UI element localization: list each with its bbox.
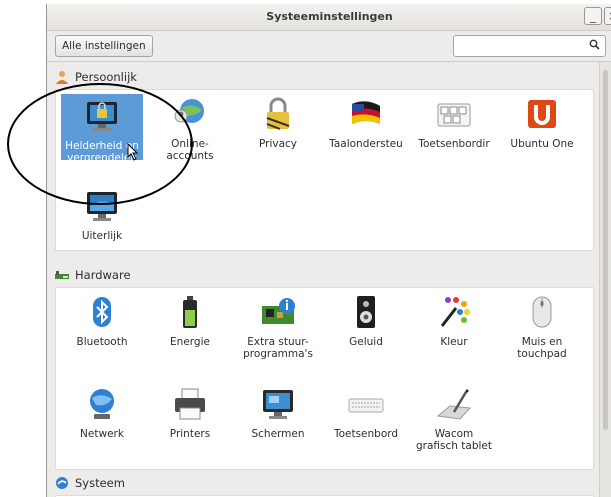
globe-accounts-icon [172, 96, 208, 132]
item-keyboard-layout[interactable]: Toetsenbordir [413, 94, 495, 150]
item-label: Ubuntu One [510, 138, 574, 150]
item-label: Bluetooth [76, 336, 128, 348]
monitor-icon [84, 188, 120, 224]
section-personal-label: Persoonlijk [75, 70, 137, 84]
circuit-board-icon [260, 294, 296, 330]
item-bluetooth[interactable]: Bluetooth [61, 292, 143, 348]
item-label: Kleur [440, 336, 468, 348]
item-sound[interactable]: Geluid [325, 292, 407, 348]
item-label: Taalondersteu [329, 138, 403, 150]
item-wacom-tablet[interactable]: Wacom grafisch tablet [413, 384, 495, 452]
section-hardware: Hardware Bluetooth Energie Extra stuur-p… [55, 266, 594, 470]
item-label: Printers [169, 428, 211, 440]
item-online-accounts[interactable]: Online-accounts [149, 94, 231, 162]
item-label: Privacy [258, 138, 298, 150]
section-hardware-label: Hardware [75, 268, 131, 282]
keyboard-icon [348, 386, 384, 422]
scrollbar-thumb[interactable] [603, 70, 608, 430]
mouse-cursor-icon [127, 142, 139, 165]
close-button[interactable]: × [604, 7, 611, 25]
item-privacy[interactable]: Privacy [237, 94, 319, 150]
item-printers[interactable]: Printers [149, 384, 231, 440]
monitor-lock-icon [84, 98, 120, 134]
flags-icon [348, 96, 384, 132]
item-label: Extra stuur-programma's [243, 336, 313, 360]
window-title: Systeeminstellingen [266, 10, 393, 23]
item-label: Online-accounts [166, 138, 214, 162]
vertical-scrollbar[interactable] [599, 62, 611, 497]
padlock-icon [260, 96, 296, 132]
item-language[interactable]: Taalondersteu [325, 94, 407, 150]
all-settings-button[interactable]: Alle instellingen [55, 35, 153, 57]
item-mouse-touchpad[interactable]: Muis en touchpad [501, 292, 583, 360]
item-color[interactable]: Kleur [413, 292, 495, 348]
item-label: Toetsenbord [333, 428, 399, 440]
minimize-button[interactable]: _ [584, 7, 602, 25]
keyboard-keys-icon [436, 96, 472, 132]
person-icon [55, 70, 69, 84]
section-personal-header: Persoonlijk [55, 68, 594, 88]
mouse-icon [524, 294, 560, 330]
hardware-board-icon [55, 268, 69, 282]
printer-icon [172, 386, 208, 422]
ubuntu-one-icon [524, 96, 560, 132]
item-ubuntu-one[interactable]: Ubuntu One [501, 94, 583, 150]
item-label: Uiterlijk [81, 230, 123, 242]
section-system-label: Systeem [75, 476, 125, 490]
item-label: Schermen [251, 428, 305, 440]
section-hardware-panel: Bluetooth Energie Extra stuur-programma'… [55, 287, 594, 470]
color-wand-icon [436, 294, 472, 330]
section-hardware-header: Hardware [55, 266, 594, 286]
display-icon [260, 386, 296, 422]
battery-icon [172, 294, 208, 330]
settings-content: Persoonlijk Helderheid en vergrendelen O… [47, 62, 600, 497]
item-label: Muis en touchpad [517, 336, 567, 360]
item-label: Wacom grafisch tablet [416, 428, 492, 452]
item-keyboard[interactable]: Toetsenbord [325, 384, 407, 440]
settings-window: Systeeminstellingen _ × Alle instellinge… [46, 4, 611, 497]
section-personal-panel: Helderheid en vergrendelen Online-accoun… [55, 89, 594, 251]
item-network[interactable]: Netwerk [61, 384, 143, 440]
item-power[interactable]: Energie [149, 292, 231, 348]
item-label: Netwerk [80, 428, 124, 440]
system-icon [55, 476, 69, 490]
section-system-header: Systeem [55, 474, 594, 494]
drawing-tablet-icon [436, 386, 472, 422]
title-bar: Systeeminstellingen _ × [47, 4, 611, 31]
item-label: Toetsenbordir [418, 138, 490, 150]
bluetooth-icon [84, 294, 120, 330]
speaker-icon [348, 294, 384, 330]
search-icon [589, 39, 600, 53]
item-label: Geluid [349, 336, 383, 348]
item-displays[interactable]: Schermen [237, 384, 319, 440]
item-appearance[interactable]: Uiterlijk [61, 186, 143, 242]
item-label: Energie [170, 336, 210, 348]
section-system: Systeem [55, 474, 594, 497]
search-input[interactable] [453, 35, 606, 57]
network-globe-icon [84, 386, 120, 422]
item-additional-drivers[interactable]: Extra stuur-programma's [237, 292, 319, 360]
toolbar: Alle instellingen [47, 31, 611, 62]
